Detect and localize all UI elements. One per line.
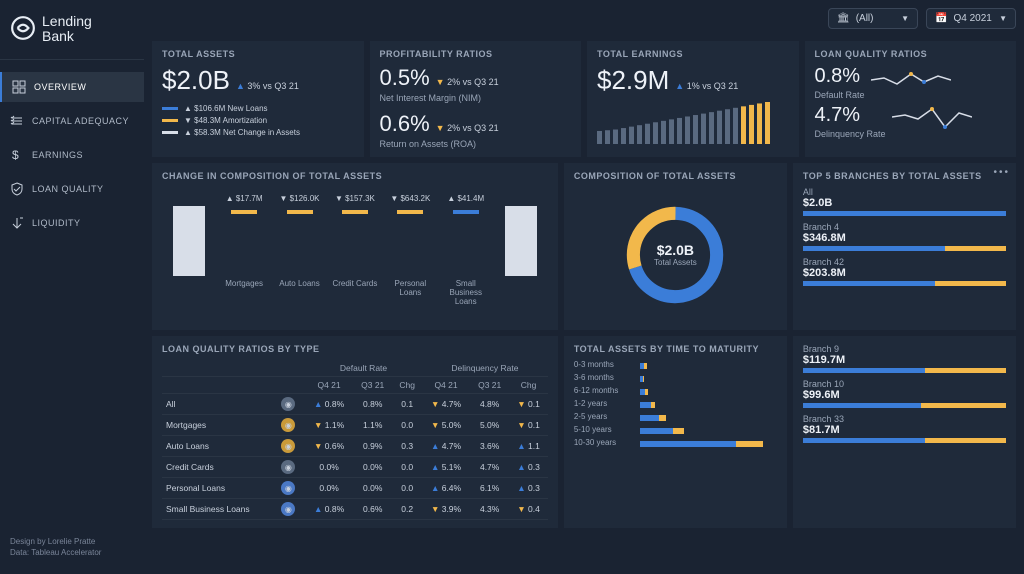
maturity-row: 3-6 months [574,373,777,382]
table-row: Small Business Loans◉▲ 0.8%0.6%0.2▼ 3.9%… [162,499,548,520]
card-top-branches: TOP 5 BRANCHES BY TOTAL ASSETS ••• All$2… [793,163,1016,330]
branch-row: Branch 4$346.8M [803,222,1006,251]
waterfall-col: ▲ $41.4M Small Business Loans [439,194,492,297]
table-row: Auto Loans◉▼ 0.6%0.9%0.3▲ 4.7%3.6%▲ 1.1 [162,436,548,457]
kpi-row: TOTAL ASSETS $2.0B ▲ 3% vs Q3 21 ▲ $106.… [152,41,1016,157]
waterfall-col: ▲ $17.7M Mortgages [217,194,270,297]
legend-row: ▲ $106.6M New Loans [162,104,354,113]
maturity-row: 10-30 years [574,438,777,447]
waterfall-col: ▼ $157.3K Credit Cards [328,194,381,297]
credits: Design by Lorelie Pratte Data: Tableau A… [0,530,144,564]
nav-item-overview[interactable]: OVERVIEW [0,72,144,102]
sidebar: Lending Bank OVERVIEW CAPITAL ADEQUACY $EA… [0,0,144,574]
maturity-row: 1-2 years [574,399,777,408]
waterfall-col: ▼ $643.2K Personal Loans [384,194,437,297]
card-total-assets: TOTAL ASSETS $2.0B ▲ 3% vs Q3 21 ▲ $106.… [152,41,364,157]
card-change-composition: CHANGE IN COMPOSITION OF TOTAL ASSETS $2… [152,163,558,330]
chevron-down-icon: ▼ [999,14,1007,23]
scope-select[interactable]: 🏛 (All) ▼ [828,8,918,29]
card-branches-continued: Branch 9$119.7M Branch 10$99.6M Branch 3… [793,336,1016,528]
period-select[interactable]: 📅 Q4 2021 ▼ [926,8,1016,29]
branch-row: Branch 10$99.6M [803,379,1006,408]
waterfall-col: ▼ $126.0K Auto Loans [273,194,326,297]
checklist-icon [10,114,24,128]
main: 🏛 (All) ▼ 📅 Q4 2021 ▼ TOTAL ASSETS $2.0B… [144,0,1024,574]
calendar-icon: 📅 [935,13,947,24]
legend-row: ▼ $48.3M Amortization [162,116,354,125]
arrow-out-icon [10,216,24,230]
branch-row: Branch 33$81.7M [803,414,1006,443]
card-total-earnings: TOTAL EARNINGS $2.9M ▲ 1% vs Q3 21 [587,41,799,157]
total-assets-delta: ▲ 3% vs Q3 21 [236,81,299,91]
card-profitability: PROFITABILITY RATIOS 0.5% ▼ 2% vs Q3 21 … [370,41,582,157]
row-2: CHANGE IN COMPOSITION OF TOTAL ASSETS $2… [152,163,1016,330]
card-maturity: TOTAL ASSETS BY TIME TO MATURITY 0-3 mon… [564,336,787,528]
card-loan-quality: LOAN QUALITY RATIOS 0.8% Default Rate 4.… [805,41,1017,157]
maturity-row: 0-3 months [574,360,777,369]
earnings-sparkbar [597,96,789,146]
card-lq-by-type: LOAN QUALITY RATIOS BY TYPE Default Rate… [152,336,558,528]
nav-item-liquidity[interactable]: LIQUIDITY [0,208,144,238]
bank-icon: 🏛 [837,13,850,24]
logo-icon [10,15,36,44]
nav-item-earnings[interactable]: $EARNINGS [0,140,144,170]
maturity-row: 2-5 years [574,412,777,421]
logo: Lending Bank [0,10,144,60]
waterfall-col: $2.0BQ4 21 [494,185,547,297]
maturity-bars: 0-3 months 3-6 months 6-12 months 1-2 ye… [574,360,777,447]
table-row: Mortgages◉▼ 1.1%1.1%0.0▼ 5.0%5.0%▼ 0.1 [162,415,548,436]
dollar-icon: $ [10,148,24,162]
total-assets-value: $2.0B [162,65,230,96]
more-options-icon[interactable]: ••• [993,167,1010,178]
nav-item-loan-quality[interactable]: LOAN QUALITY [0,174,144,204]
card-composition-total: COMPOSITION OF TOTAL ASSETS $2.0B Total … [564,163,787,330]
shield-icon [10,182,24,196]
grid-icon [12,80,26,94]
maturity-row: 5-10 years [574,425,777,434]
default-rate-sparkline [871,66,951,100]
table-row: Credit Cards◉0.0%0.0%0.0▲ 5.1%4.7%▲ 0.3 [162,457,548,478]
nav: OVERVIEW CAPITAL ADEQUACY $EARNINGS LOAN QU… [0,68,144,530]
maturity-row: 6-12 months [574,386,777,395]
branch-row: All$2.0B [803,187,1006,216]
row-3: LOAN QUALITY RATIOS BY TYPE Default Rate… [152,336,1016,528]
branch-row: Branch 42$203.8M [803,257,1006,286]
legend-row: ▲ $58.3M Net Change in Assets [162,128,354,137]
nav-item-capital-adequacy[interactable]: CAPITAL ADEQUACY [0,106,144,136]
donut-chart: $2.0B Total Assets [574,187,777,322]
branch-row: Branch 9$119.7M [803,344,1006,373]
table-row: All◉▲ 0.8%0.8%0.1▼ 4.7%4.8%▼ 0.1 [162,394,548,415]
waterfall-chart: $2.0BQ3 21 ▲ $17.7M Mortgages ▼ $126.0K … [162,187,548,297]
chevron-down-icon: ▼ [901,14,909,23]
delinquency-rate-sparkline [892,105,972,139]
lq-table: Default RateDelinquency RateQ4 21Q3 21Ch… [162,360,548,520]
svg-text:$: $ [12,148,19,162]
waterfall-col: $2.0BQ3 21 [162,185,215,297]
table-row: Personal Loans◉0.0%0.0%0.0▲ 6.4%6.1%▲ 0.… [162,478,548,499]
topbar: 🏛 (All) ▼ 📅 Q4 2021 ▼ [152,8,1016,35]
logo-text: Lending Bank [42,14,92,45]
